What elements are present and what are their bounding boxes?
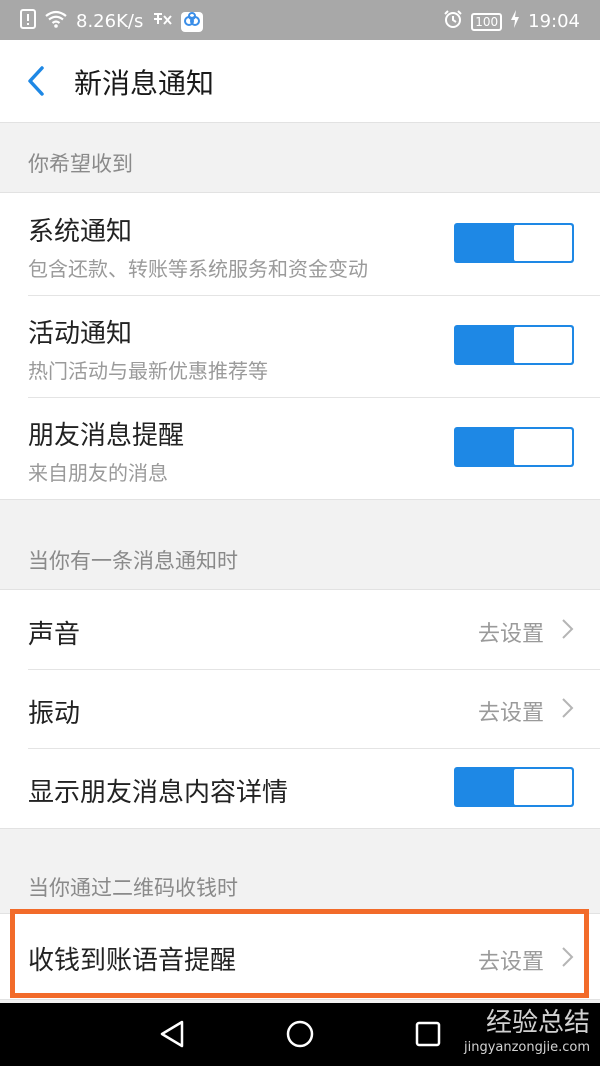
setting-title: 声音 — [28, 620, 81, 650]
alert-icon — [20, 9, 36, 34]
setting-row-show-details: 显示朋友消息内容详情 — [0, 748, 600, 828]
status-bar: 8.26K/s 100 19:04 — [0, 0, 600, 40]
setting-title: 活动通知 — [28, 319, 133, 349]
nav-back-icon[interactable] — [158, 1019, 186, 1049]
activity-notification-toggle[interactable] — [454, 325, 574, 365]
toggle-knob — [514, 429, 572, 465]
setting-row-friend: 朋友消息提醒 来自朋友的消息 — [0, 397, 600, 499]
app-header: 新消息通知 — [0, 40, 600, 123]
message-settings-group: 声音 去设置 振动 去设置 显示朋友消息内容详情 — [0, 589, 600, 829]
alarm-icon — [443, 9, 463, 34]
go-settings-link[interactable]: 去设置 — [478, 695, 544, 727]
setting-title: 朋友消息提醒 — [28, 421, 185, 451]
chevron-right-icon — [562, 698, 574, 718]
receive-settings-group: 系统通知 包含还款、转账等系统服务和资金变动 活动通知 热门活动与最新优惠推荐等… — [0, 192, 600, 500]
highlight-frame — [10, 909, 589, 998]
app-badge-icon — [181, 11, 204, 32]
back-button[interactable] — [22, 64, 54, 98]
section-label-qr: 当你通过二维码收钱时 — [28, 876, 238, 900]
setting-subtitle: 热门活动与最新优惠推荐等 — [28, 359, 268, 383]
setting-title: 显示朋友消息内容详情 — [28, 778, 289, 808]
system-notification-toggle[interactable] — [454, 223, 574, 263]
setting-row-sound[interactable]: 声音 去设置 — [0, 590, 600, 669]
watermark-brand: 经验总结 — [485, 1008, 590, 1038]
charging-icon — [510, 10, 520, 33]
network-speed: 8.26K/s — [76, 11, 144, 32]
page-title: 新消息通知 — [74, 67, 215, 100]
setting-row-system: 系统通知 包含还款、转账等系统服务和资金变动 — [0, 193, 600, 295]
toggle-knob — [514, 327, 572, 363]
setting-title: 振动 — [28, 699, 81, 729]
setting-title: 系统通知 — [28, 217, 133, 247]
chevron-left-icon — [28, 66, 44, 96]
friend-message-toggle[interactable] — [454, 427, 574, 467]
toggle-knob — [514, 769, 572, 805]
go-settings-link[interactable]: 去设置 — [478, 616, 544, 648]
watermark-url: jingyanzongjie.com — [463, 1040, 590, 1055]
setting-row-activity: 活动通知 热门活动与最新优惠推荐等 — [0, 295, 600, 397]
toggle-knob — [514, 225, 572, 261]
nav-home-icon[interactable] — [285, 1019, 315, 1049]
section-label-receive: 你希望收到 — [28, 152, 133, 176]
setting-subtitle: 来自朋友的消息 — [28, 461, 168, 485]
section-label-on-message: 当你有一条消息通知时 — [28, 549, 238, 573]
setting-row-vibration[interactable]: 振动 去设置 — [0, 669, 600, 748]
wifi-icon — [44, 10, 68, 33]
chevron-right-icon — [562, 619, 574, 639]
setting-subtitle: 包含还款、转账等系统服务和资金变动 — [28, 257, 368, 281]
battery-icon: 100 — [471, 12, 503, 31]
notification-icon — [151, 10, 173, 33]
nav-recents-icon[interactable] — [414, 1019, 442, 1049]
clock: 19:04 — [528, 11, 580, 32]
show-details-toggle[interactable] — [454, 767, 574, 807]
